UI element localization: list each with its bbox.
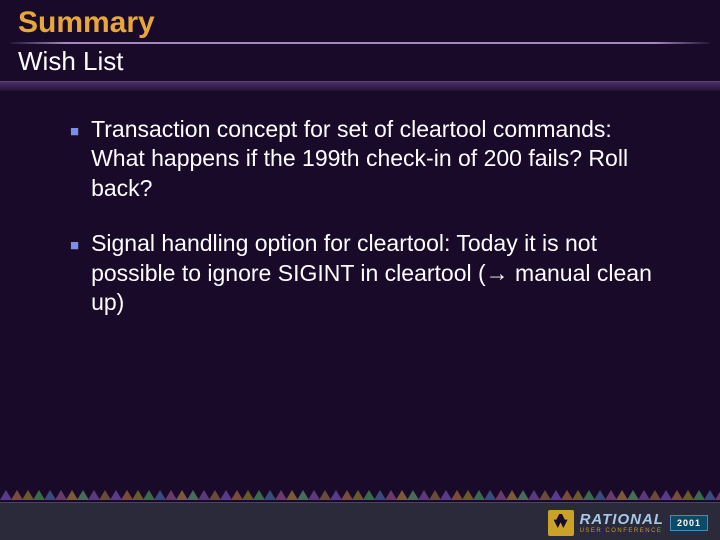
slide: Summary Wish List ■ Transaction concept … [0,0,720,540]
content-area: ■ Transaction concept for set of clearto… [0,91,720,318]
slide-subtitle: Wish List [0,44,720,77]
bullet-icon: ■ [70,122,79,203]
header-band [0,81,720,91]
slide-title: Summary [18,6,702,40]
list-item: ■ Signal handling option for cleartool: … [70,229,670,317]
slide-footer: RATIONAL USER CONFERENCE 2001 [0,482,720,540]
brand-logo-block: RATIONAL USER CONFERENCE 2001 [548,510,708,536]
list-item: ■ Transaction concept for set of clearto… [70,115,670,203]
bullet-icon: ■ [70,236,79,317]
footer-band: RATIONAL USER CONFERENCE 2001 [0,502,720,540]
slide-header: Summary [0,0,720,40]
brand-subtitle: USER CONFERENCE [580,528,664,534]
runner-icon [548,510,574,536]
bullet-text: Transaction concept for set of cleartool… [91,115,670,203]
triangle-strip [0,490,720,502]
brand-text-wrap: RATIONAL USER CONFERENCE [580,512,664,534]
brand-year-badge: 2001 [670,515,708,531]
bullet-text: Signal handling option for cleartool: To… [91,229,670,317]
brand-name: RATIONAL [580,512,664,527]
triangle-icon [715,490,720,500]
